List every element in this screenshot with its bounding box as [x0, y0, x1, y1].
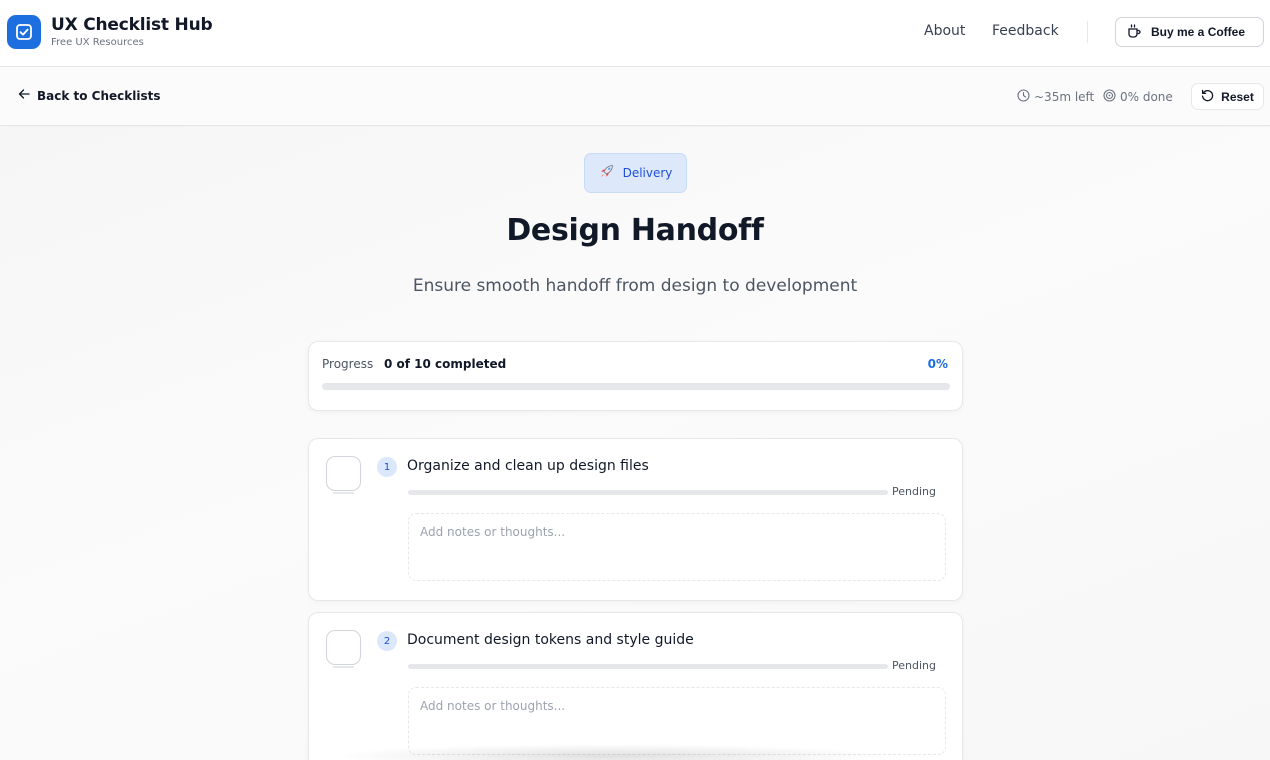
rotate-ccw-icon: [1201, 89, 1214, 105]
nav-about-link[interactable]: About: [924, 23, 965, 39]
item-checkbox[interactable]: [326, 630, 361, 665]
progress-count: 0 of 10 completed: [384, 357, 507, 371]
logo-checkbox-icon[interactable]: [7, 15, 41, 49]
item-progress-bar: [408, 664, 888, 669]
reset-label: Reset: [1221, 89, 1254, 104]
checklist-item: 2 Document design tokens and style guide…: [308, 612, 963, 760]
overall-progress-bar: [322, 383, 950, 390]
percent-done: 0% done: [1103, 89, 1173, 105]
item-notes-input[interactable]: [408, 513, 946, 581]
category-badge: Delivery: [584, 153, 687, 193]
item-status: Pending: [892, 485, 936, 498]
overall-progress-card: Progress 0 of 10 completed 0%: [308, 341, 963, 411]
checkbox-shadow: [333, 666, 354, 668]
time-left-text: ~35m left: [1034, 90, 1095, 104]
category-label: Delivery: [622, 166, 673, 180]
buy-coffee-button[interactable]: Buy me a Coffee: [1115, 17, 1264, 47]
item-progress-bar: [408, 490, 888, 495]
target-icon: [1103, 89, 1116, 105]
item-title: Document design tokens and style guide: [407, 632, 694, 648]
item-title: Organize and clean up design files: [407, 458, 649, 474]
checklist-main: Delivery Design Handoff Ensure smooth ha…: [0, 127, 1270, 760]
page-subtitle: Ensure smooth handoff from design to dev…: [412, 276, 858, 296]
arrow-left-icon: [18, 88, 30, 103]
brand-subtitle: Free UX Resources: [51, 37, 144, 48]
brand-title[interactable]: UX Checklist Hub: [51, 15, 213, 35]
checkbox-shadow: [333, 492, 354, 494]
checklist-item: 1 Organize and clean up design files Pen…: [308, 438, 963, 601]
top-navigation: UX Checklist Hub Free UX Resources About…: [0, 0, 1270, 67]
buy-coffee-label: Buy me a Coffee: [1151, 25, 1246, 39]
nav-divider: [1087, 21, 1088, 43]
back-to-checklists-link[interactable]: Back to Checklists: [18, 88, 161, 103]
progress-label: Progress: [322, 357, 374, 371]
coffee-cup-icon: [1126, 23, 1142, 42]
reset-button[interactable]: Reset: [1191, 83, 1264, 110]
page-title: Design Handoff: [506, 213, 764, 248]
checklist-toolbar: Back to Checklists ~35m left 0% done Res…: [0, 67, 1270, 126]
clock-icon: [1017, 89, 1030, 105]
rocket-icon: [599, 164, 614, 182]
item-status: Pending: [892, 659, 936, 672]
item-number-badge: 1: [377, 457, 397, 477]
time-left: ~35m left: [1017, 89, 1094, 105]
nav-feedback-link[interactable]: Feedback: [992, 23, 1059, 39]
item-number-badge: 2: [377, 631, 397, 651]
item-checkbox[interactable]: [326, 456, 361, 491]
percent-done-text: 0% done: [1120, 90, 1173, 104]
back-label: Back to Checklists: [37, 88, 161, 103]
progress-percent: 0%: [927, 357, 948, 371]
